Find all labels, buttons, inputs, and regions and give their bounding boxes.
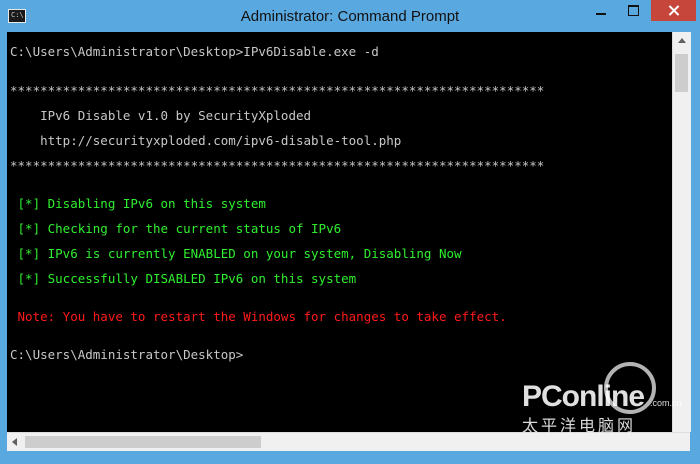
console-line: C:\Users\Administrator\Desktop>IPv6Disab… <box>10 44 379 59</box>
minimize-button[interactable] <box>585 0 618 22</box>
vertical-scroll-thumb[interactable] <box>675 54 688 92</box>
console-line: ****************************************… <box>10 158 545 173</box>
maximize-button[interactable] <box>618 0 648 22</box>
title-bar[interactable]: C:\ Administrator: Command Prompt <box>0 0 700 32</box>
console-line: [*] Disabling IPv6 on this system <box>10 196 266 211</box>
console-line: IPv6 Disable v1.0 by SecurityXploded <box>10 108 312 123</box>
console-line: [*] IPv6 is currently ENABLED on your sy… <box>10 246 462 261</box>
console-line: ****************************************… <box>10 83 545 98</box>
horizontal-scroll-thumb[interactable] <box>25 436 261 448</box>
watermark-chinese: 太平洋电脑网 <box>522 416 637 435</box>
watermark-domain: .com.cn <box>650 398 682 408</box>
console-line: [*] Successfully DISABLED IPv6 on this s… <box>10 271 357 286</box>
console-line: C:\Users\Administrator\Desktop> <box>10 347 244 362</box>
scroll-up-icon[interactable] <box>678 38 686 43</box>
watermark-logo: PConline <box>522 380 645 413</box>
console-line: [*] Checking for the current status of I… <box>10 221 342 236</box>
close-button[interactable] <box>651 0 696 21</box>
console-line: http://securityxploded.com/ipv6-disable-… <box>10 133 402 148</box>
scroll-left-icon[interactable] <box>12 438 17 446</box>
console-line: Note: You have to restart the Windows fo… <box>10 309 507 324</box>
watermark: PConline .com.cn 太平洋电脑网 <box>520 362 695 457</box>
command-prompt-window: C:\ Administrator: Command Prompt C:\Use… <box>0 0 700 464</box>
